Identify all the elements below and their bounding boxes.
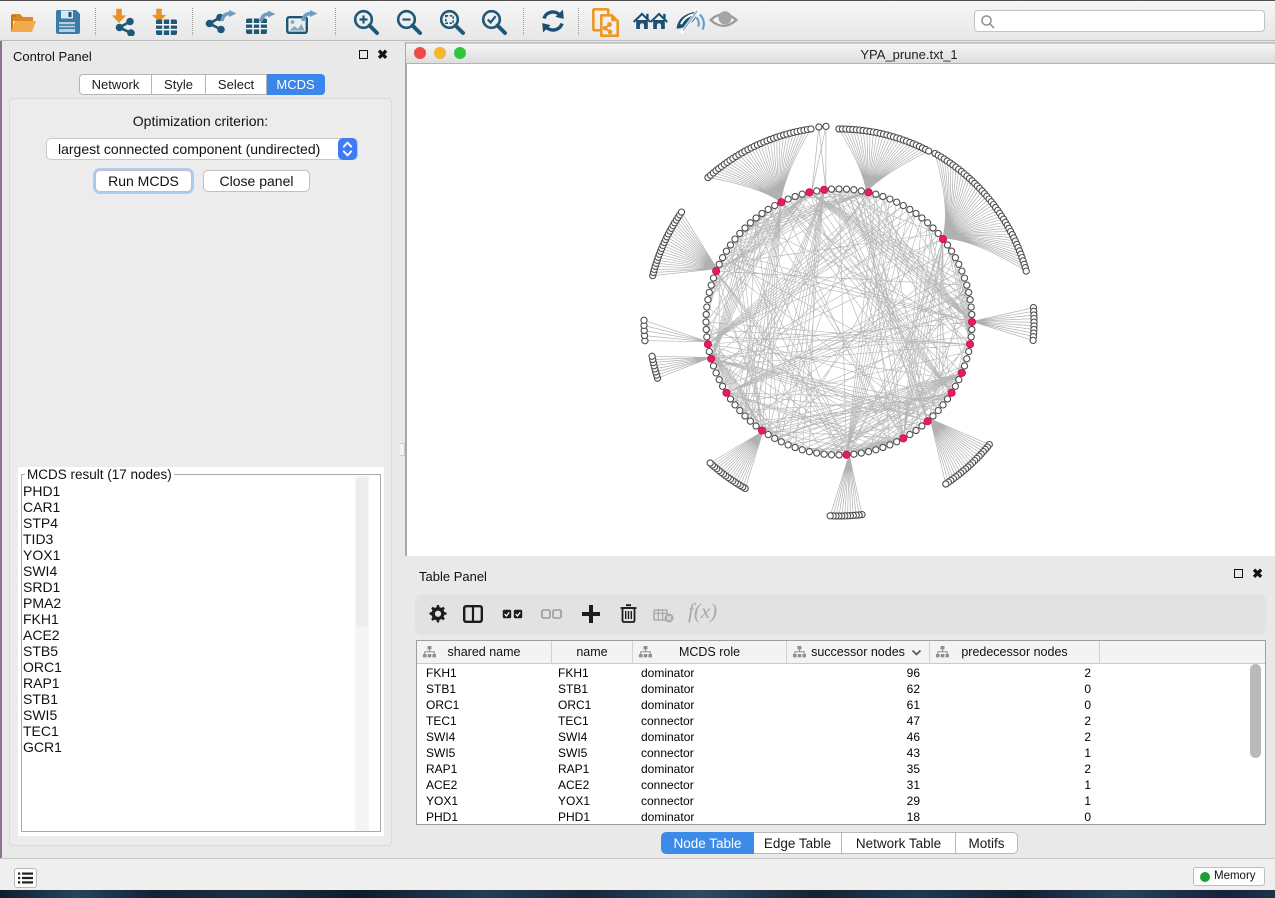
- svg-text:f(x): f(x): [688, 600, 717, 623]
